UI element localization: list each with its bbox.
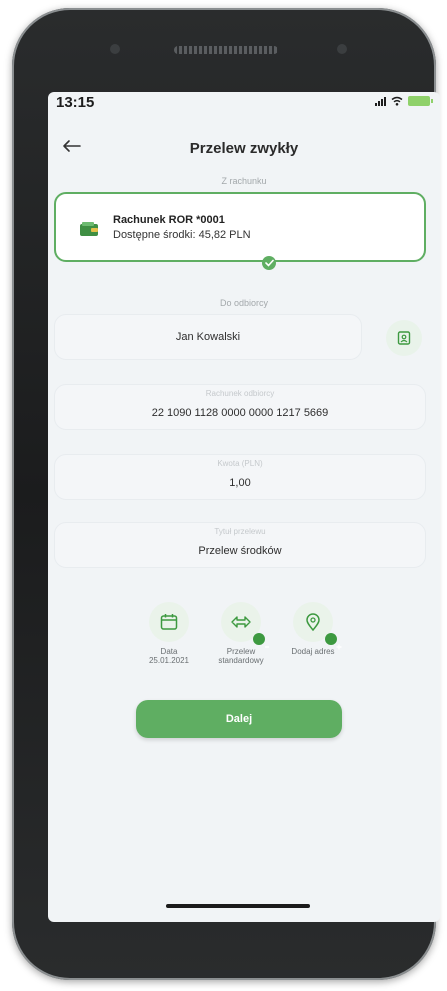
recipient-label: Do odbiorcy bbox=[219, 298, 269, 308]
recipient-account-number: 22 1090 1128 0000 0000 1217 5669 bbox=[151, 407, 329, 419]
contacts-button[interactable] bbox=[386, 320, 422, 356]
check-icon bbox=[262, 256, 276, 270]
wallet-icon bbox=[80, 222, 98, 236]
date-option[interactable]: Data 25.01.2021 bbox=[134, 602, 204, 665]
phone-frame: 13:15 Przelew zwykły Z rachunku Rachunek… bbox=[12, 8, 440, 980]
transfer-type-button[interactable] bbox=[221, 602, 269, 648]
header: Przelew zwykły bbox=[48, 132, 440, 162]
transfer-title-field[interactable]: Tytuł przelewu Przelew środków bbox=[54, 522, 426, 568]
status-icons bbox=[375, 96, 433, 106]
location-pin-icon bbox=[306, 613, 320, 632]
signal-icon bbox=[375, 96, 386, 106]
plus-badge-icon bbox=[325, 633, 342, 650]
minus-badge-icon bbox=[253, 633, 269, 648]
account-balance: Dostępne środki: 45,82 PLN bbox=[113, 229, 251, 241]
recipient-account-field[interactable]: Rachunek odbiorcy 22 1090 1128 0000 0000… bbox=[54, 384, 426, 430]
date-button[interactable] bbox=[149, 602, 189, 642]
add-address-button[interactable] bbox=[293, 602, 342, 650]
recipient-name: Jan Kowalski bbox=[175, 331, 241, 343]
account-name: Rachunek ROR *0001 bbox=[113, 214, 225, 226]
home-indicator[interactable] bbox=[166, 904, 310, 908]
app-screen: 13:15 Przelew zwykły Z rachunku Rachunek… bbox=[48, 92, 440, 922]
earpiece-speaker bbox=[174, 46, 278, 54]
recipient-field[interactable]: Jan Kowalski bbox=[54, 314, 362, 360]
next-button[interactable]: Dalej bbox=[136, 700, 342, 738]
front-sensor bbox=[110, 44, 120, 54]
amount-value: 1,00 bbox=[229, 477, 251, 489]
transfer-title-value: Przelew środków bbox=[198, 545, 282, 557]
transfer-arrows-icon bbox=[231, 616, 251, 628]
amount-placeholder: Kwota (PLN) bbox=[217, 459, 263, 468]
front-camera bbox=[337, 44, 347, 54]
transfer-type-option[interactable]: Przelew standardowy bbox=[206, 602, 276, 665]
recipient-account-placeholder: Rachunek odbiorcy bbox=[205, 389, 275, 398]
transfer-title-placeholder: Tytuł przelewu bbox=[214, 527, 266, 536]
phone-top-bezel bbox=[12, 8, 436, 92]
add-address-option[interactable]: Dodaj adres bbox=[278, 602, 348, 656]
amount-field[interactable]: Kwota (PLN) 1,00 bbox=[54, 454, 426, 500]
status-time: 13:15 bbox=[56, 94, 95, 111]
page-title: Przelew zwykły bbox=[189, 140, 299, 157]
date-option-label: Data 25.01.2021 bbox=[148, 647, 190, 665]
battery-icon bbox=[408, 96, 433, 106]
wifi-icon bbox=[391, 96, 403, 106]
calendar-icon bbox=[160, 614, 178, 630]
from-account-label: Z rachunku bbox=[221, 176, 267, 186]
from-account-card[interactable]: Rachunek ROR *0001 Dostępne środki: 45,8… bbox=[54, 192, 426, 262]
contact-book-icon bbox=[397, 331, 411, 345]
status-bar: 13:15 bbox=[48, 92, 440, 114]
